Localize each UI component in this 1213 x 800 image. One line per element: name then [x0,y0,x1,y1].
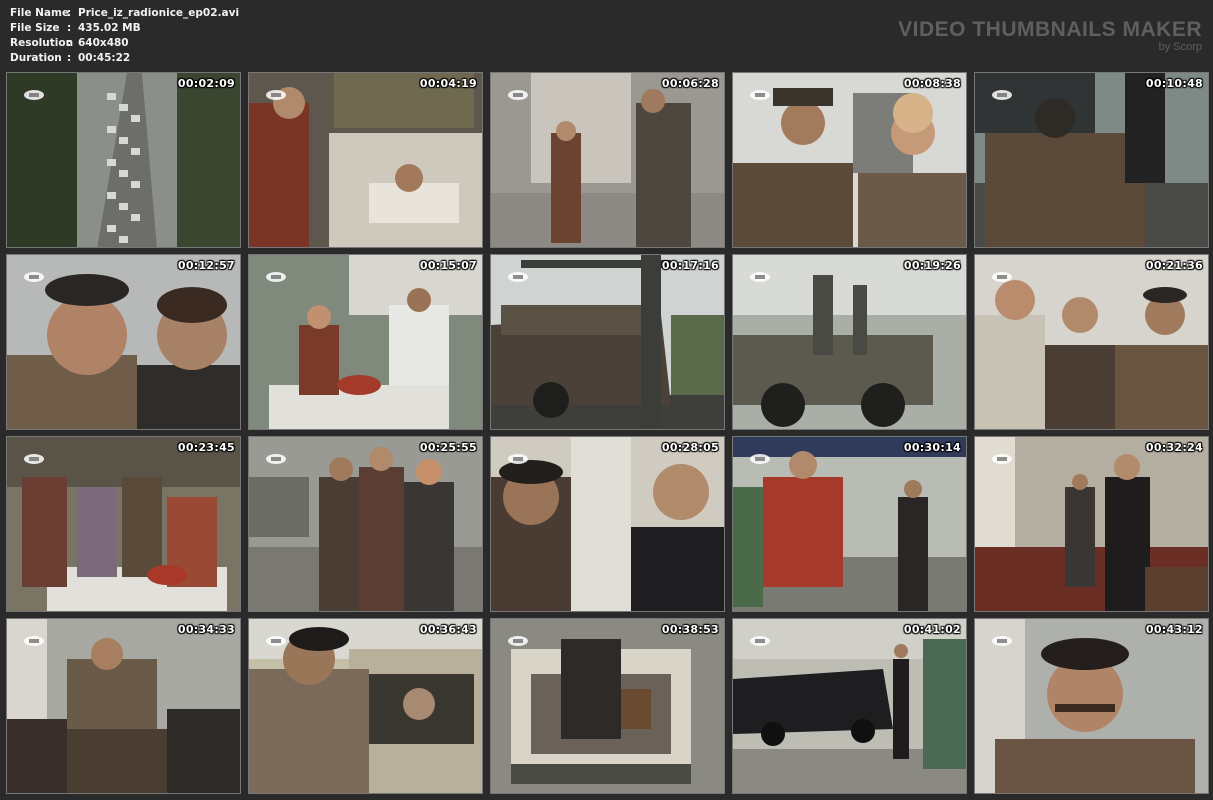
channel-logo-icon [23,268,45,282]
thumbnail-frame[interactable]: 00:08:38 [732,72,967,248]
timestamp-label: 00:36:43 [419,623,477,636]
duration-label: Duration [10,52,62,64]
channel-logo-icon [23,450,45,464]
thumbnail-frame[interactable]: 00:32:24 [974,436,1209,612]
timestamp-label: 00:41:02 [903,623,961,636]
thumbnail-frame[interactable]: 00:12:57 [6,254,241,430]
file-info-row: Resolution : 640x480 [10,36,239,51]
channel-logo-icon [507,632,529,646]
timestamp-label: 00:15:07 [419,259,477,272]
channel-logo-icon [991,632,1013,646]
thumbnail-frame[interactable]: 00:41:02 [732,618,967,794]
timestamp-label: 00:02:09 [177,77,235,90]
file-size-label: File Size [10,22,60,34]
timestamp-label: 00:19:26 [903,259,961,272]
thumbnail-frame[interactable]: 00:04:19 [248,72,483,248]
channel-logo-icon [23,86,45,100]
timestamp-label: 00:25:55 [419,441,477,454]
channel-logo-icon [749,268,771,282]
timestamp-label: 00:43:12 [1145,623,1203,636]
timestamp-label: 00:10:48 [1145,77,1203,90]
header: File Name : Price_iz_radionice_ep02.avi … [0,0,1213,70]
thumbnail-frame[interactable]: 00:06:28 [490,72,725,248]
thumbnail-frame[interactable]: 00:19:26 [732,254,967,430]
brand-subtitle: by Scorp [1158,41,1202,53]
timestamp-label: 00:08:38 [903,77,961,90]
file-name-label: File Name [10,7,70,19]
thumbnail-frame[interactable]: 00:02:09 [6,72,241,248]
brand-title: VIDEO THUMBNAILS MAKER [898,18,1202,41]
file-info-row: File Name : Price_iz_radionice_ep02.avi [10,6,239,21]
timestamp-label: 00:12:57 [177,259,235,272]
separator: : [67,52,72,64]
timestamp-label: 00:28:05 [661,441,719,454]
file-info-panel: File Name : Price_iz_radionice_ep02.avi … [10,6,239,66]
thumbnail-frame[interactable]: 00:30:14 [732,436,967,612]
timestamp-label: 00:32:24 [1145,441,1203,454]
channel-logo-icon [749,632,771,646]
file-info-row: Duration : 00:45:22 [10,51,239,66]
duration-value: 00:45:22 [78,52,131,64]
channel-logo-icon [991,450,1013,464]
file-info-row: File Size : 435.02 MB [10,21,239,36]
timestamp-label: 00:30:14 [903,441,961,454]
thumbnail-frame[interactable]: 00:10:48 [974,72,1209,248]
thumbnail-frame[interactable]: 00:21:36 [974,254,1209,430]
thumbnail-grid: 00:02:09 00:04:19 00:06:28 00:08:38 00:10:48… [6,72,1209,794]
timestamp-label: 00:34:33 [177,623,235,636]
channel-logo-icon [749,86,771,100]
separator: : [67,37,72,49]
timestamp-label: 00:17:16 [661,259,719,272]
separator: : [67,22,72,34]
thumbnail-frame[interactable]: 00:28:05 [490,436,725,612]
channel-logo-icon [507,268,529,282]
timestamp-label: 00:23:45 [177,441,235,454]
channel-logo-icon [265,86,287,100]
thumbnail-frame[interactable]: 00:38:53 [490,618,725,794]
thumbnail-frame[interactable]: 00:23:45 [6,436,241,612]
timestamp-label: 00:38:53 [661,623,719,636]
thumbnail-frame[interactable]: 00:34:33 [6,618,241,794]
thumbnail-frame[interactable]: 00:25:55 [248,436,483,612]
file-name-value: Price_iz_radionice_ep02.avi [78,7,240,19]
channel-logo-icon [23,632,45,646]
thumbnail-frame[interactable]: 00:17:16 [490,254,725,430]
channel-logo-icon [507,86,529,100]
brand-watermark: VIDEO THUMBNAILS MAKER by Scorp [898,18,1202,53]
timestamp-label: 00:06:28 [661,77,719,90]
resolution-label: Resolution [10,37,74,49]
timestamp-label: 00:21:36 [1145,259,1203,272]
channel-logo-icon [265,268,287,282]
resolution-value: 640x480 [78,37,129,49]
thumbnail-frame[interactable]: 00:15:07 [248,254,483,430]
channel-logo-icon [991,86,1013,100]
channel-logo-icon [991,268,1013,282]
channel-logo-icon [265,450,287,464]
timestamp-label: 00:04:19 [419,77,477,90]
file-size-value: 435.02 MB [78,22,141,34]
thumbnail-frame[interactable]: 00:43:12 [974,618,1209,794]
channel-logo-icon [749,450,771,464]
channel-logo-icon [265,632,287,646]
separator: : [67,7,72,19]
channel-logo-icon [507,450,529,464]
thumbnail-frame[interactable]: 00:36:43 [248,618,483,794]
